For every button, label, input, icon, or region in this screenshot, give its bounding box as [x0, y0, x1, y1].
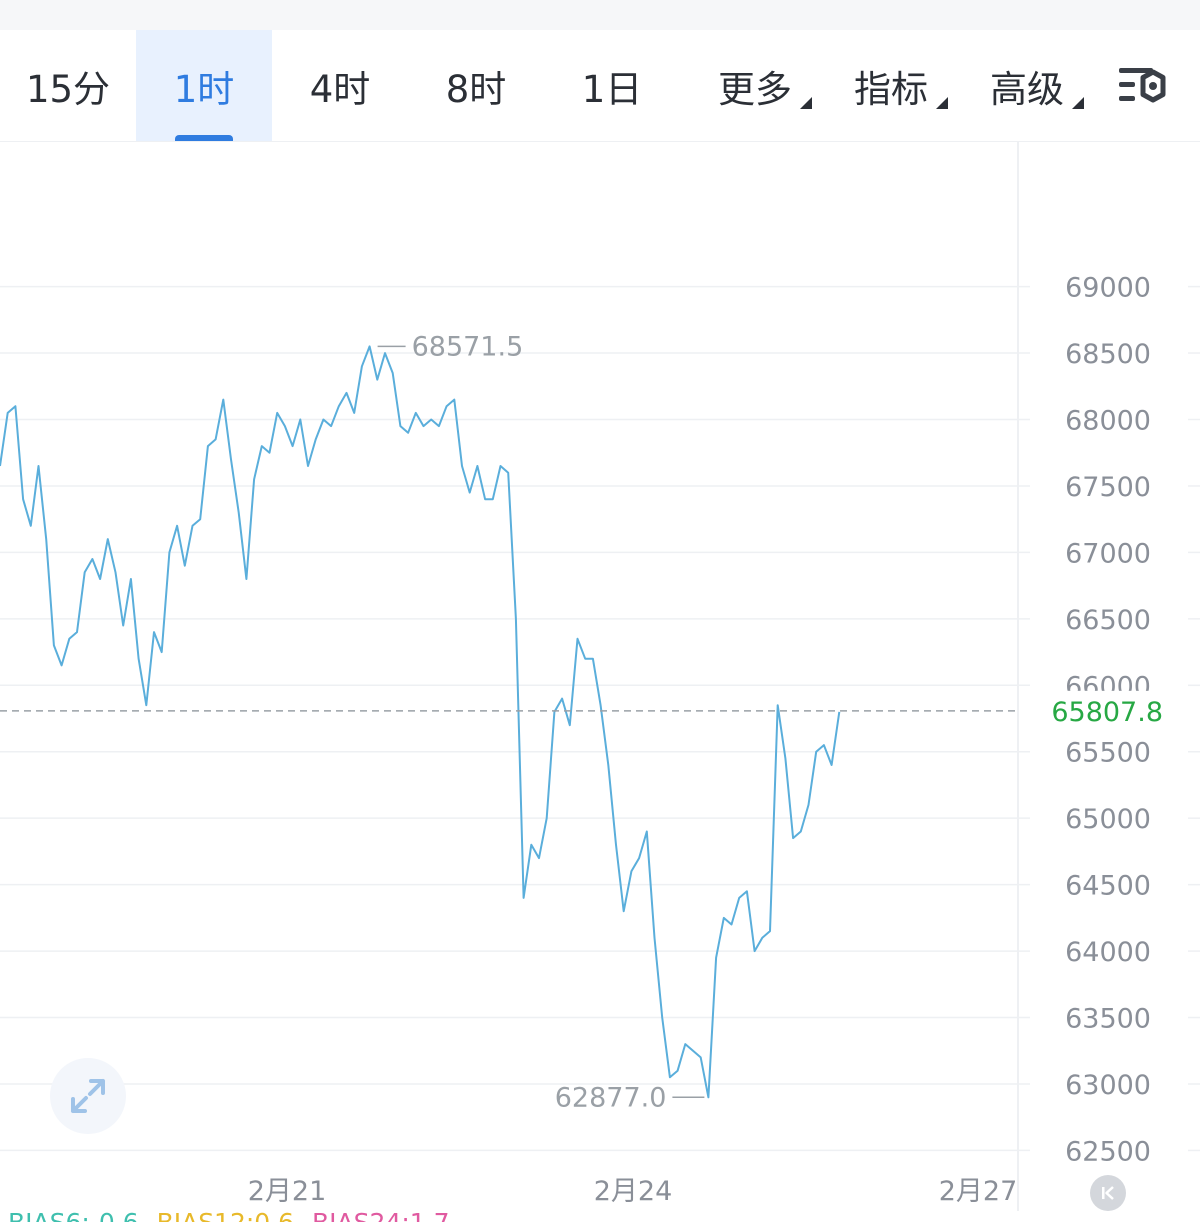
tab-1d[interactable]: 1日 [544, 30, 680, 141]
tab-more[interactable]: 更多 [700, 30, 812, 141]
y-tick-label: 67000 [1065, 538, 1151, 569]
y-tick-label: 68000 [1065, 406, 1151, 437]
price-chart[interactable]: 6900068500680006750067000665006600065500… [0, 142, 1200, 1211]
tab-indicators[interactable]: 指标 [836, 30, 948, 141]
x-tick-label: 2月24 [594, 1176, 673, 1207]
tab-1h[interactable]: 1时 [136, 30, 272, 141]
jump-to-start-icon [1102, 1186, 1114, 1200]
tab-label: 1日 [581, 67, 643, 111]
tab-label: 1时 [173, 67, 235, 111]
tab-4h[interactable]: 4时 [272, 30, 408, 141]
y-tick-label: 68500 [1065, 339, 1151, 370]
active-tab-indicator [175, 135, 233, 141]
indicator-legend: BIAS6:-0.6 BIAS12:0.6 BIAS24:1.7 [8, 1208, 460, 1222]
tab-15m[interactable]: 15分 [0, 30, 136, 141]
last-price-label: 65807.8 [1051, 697, 1163, 728]
timeframe-tabbar: 15分 1时 4时 8时 1日 更多 指标 高级 [0, 30, 1200, 142]
y-tick-label: 62500 [1065, 1136, 1151, 1167]
tab-label: 更多 [718, 67, 792, 111]
tab-label: 8时 [445, 67, 507, 111]
jump-to-start-button[interactable] [1090, 1175, 1126, 1211]
x-tick-label: 2月27 [939, 1176, 1018, 1207]
y-tick-label: 65000 [1065, 804, 1151, 835]
tab-advanced[interactable]: 高级 [972, 30, 1084, 141]
tab-label: 15分 [25, 67, 111, 111]
indicator-bias24: BIAS24:1.7 [312, 1208, 450, 1222]
chart-settings-button[interactable] [1112, 30, 1176, 141]
y-tick-label: 67500 [1065, 472, 1151, 503]
y-tick-label: 66500 [1065, 605, 1151, 636]
dropdown-caret-icon [936, 97, 948, 109]
x-tick-label: 2月21 [248, 1176, 327, 1207]
price-line [0, 345, 841, 1099]
y-tick-label: 63500 [1065, 1004, 1151, 1035]
top-strip [0, 0, 1200, 30]
tab-label: 高级 [990, 67, 1064, 111]
fullscreen-button[interactable] [50, 1058, 126, 1134]
chart-screen: 15分 1时 4时 8时 1日 更多 指标 高级 69000 68500 680… [0, 0, 1200, 1222]
y-tick-label: 64000 [1065, 937, 1151, 968]
chart-settings-icon [1119, 67, 1166, 102]
tab-label: 4时 [309, 67, 371, 111]
low-price-label: 62877.0 [555, 1082, 667, 1113]
indicator-bias6: BIAS6:-0.6 [8, 1208, 139, 1222]
tab-8h[interactable]: 8时 [408, 30, 544, 141]
high-price-label: 68571.5 [412, 331, 524, 362]
expand-icon [71, 1079, 105, 1113]
indicator-bias12: BIAS12:0.6 [157, 1208, 295, 1222]
y-tick-label: 64500 [1065, 871, 1151, 902]
dropdown-caret-icon [800, 97, 812, 109]
tab-label: 指标 [854, 67, 928, 111]
y-tick-label: 63000 [1065, 1070, 1151, 1101]
y-tick-label: 69000 [1065, 273, 1151, 304]
y-tick-label: 65500 [1065, 738, 1151, 769]
dropdown-caret-icon [1072, 97, 1084, 109]
